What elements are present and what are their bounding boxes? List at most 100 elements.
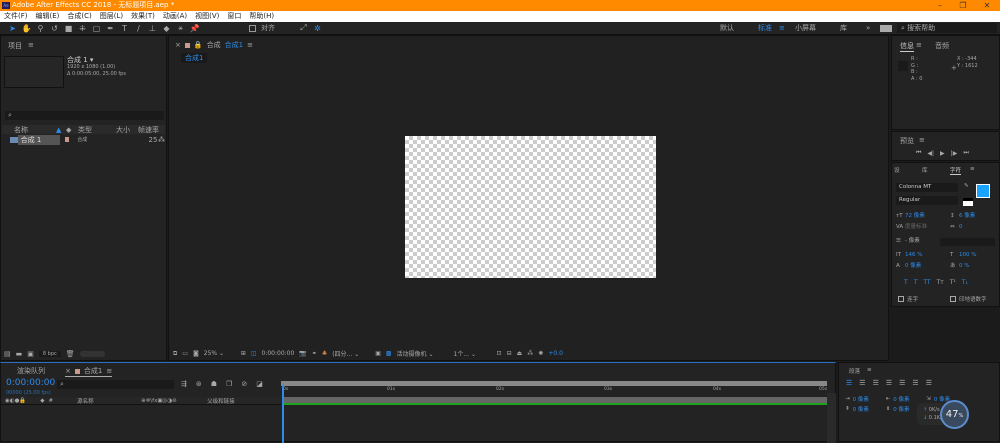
align-left-icon[interactable]: ☰ bbox=[846, 379, 852, 387]
lock-icon[interactable]: 🔒 bbox=[194, 41, 203, 49]
timeline-icon[interactable]: ⏏ bbox=[517, 350, 523, 357]
panel-menu-icon[interactable]: ≡ bbox=[106, 367, 112, 375]
clone-stamp-tool-icon[interactable]: ⊥ bbox=[148, 24, 157, 33]
menu-view[interactable]: 视图(V) bbox=[195, 11, 219, 22]
panel-menu-icon[interactable]: ≡ bbox=[916, 41, 922, 49]
panel-menu-icon[interactable]: ≡ bbox=[867, 367, 872, 373]
text-tool-icon[interactable]: T bbox=[120, 24, 129, 33]
transparency-grid-icon[interactable]: ▩ bbox=[386, 350, 392, 357]
play-icon[interactable]: ▶ bbox=[940, 150, 945, 157]
last-frame-icon[interactable]: ⏭ bbox=[963, 149, 968, 157]
toggle-pixel-icon[interactable]: ⊡ bbox=[497, 350, 502, 357]
minimize-button[interactable]: – bbox=[930, 0, 950, 11]
workspace-edit-icon[interactable] bbox=[880, 24, 892, 32]
font-style-dropdown[interactable]: Regular bbox=[896, 196, 958, 205]
snap-options-icon[interactable]: ✲ bbox=[313, 24, 322, 33]
project-search-input[interactable]: ⌕ bbox=[5, 111, 164, 120]
menu-animation[interactable]: 动画(A) bbox=[163, 11, 187, 22]
menu-help[interactable]: 帮助(H) bbox=[249, 11, 274, 22]
flowchart-icon[interactable]: ⁂ bbox=[527, 350, 533, 357]
grid-icon[interactable]: ⊞ bbox=[241, 350, 246, 357]
tab-timeline-comp[interactable]: × 合成1 ≡ bbox=[65, 366, 113, 377]
black-white-swatch[interactable] bbox=[963, 198, 973, 206]
align-right-icon[interactable]: ☰ bbox=[873, 379, 879, 387]
small-caps-button[interactable]: Tт bbox=[937, 279, 944, 286]
rotate-tool-icon[interactable]: ↺ bbox=[50, 24, 59, 33]
show-snapshot-icon[interactable]: ⚭ bbox=[312, 350, 317, 357]
parent-column[interactable]: 父级和链接 bbox=[207, 397, 235, 405]
mask-visibility-icon[interactable]: ◙ bbox=[193, 350, 199, 357]
ligature-checkbox[interactable]: 连字 bbox=[898, 295, 918, 303]
font-family-dropdown[interactable]: Colonna MT bbox=[896, 183, 958, 192]
frame-blending-icon[interactable]: ❐ bbox=[226, 380, 232, 388]
source-name-column[interactable]: 源名称 bbox=[77, 397, 137, 405]
next-frame-icon[interactable]: |▶ bbox=[951, 150, 958, 157]
vertical-scale-field[interactable]: 146 % bbox=[905, 250, 950, 261]
interpret-footage-icon[interactable]: ▤ bbox=[4, 350, 11, 358]
faux-bold-button[interactable]: T bbox=[904, 279, 908, 286]
exposure-icon[interactable]: ✺ bbox=[538, 350, 543, 357]
tab-audio[interactable]: 音频 bbox=[935, 41, 949, 51]
trash-icon[interactable]: 🗑 bbox=[66, 350, 75, 358]
zoom-tool-icon[interactable]: ⚲ bbox=[36, 24, 45, 33]
exposure-value[interactable]: +0.0 bbox=[548, 350, 563, 357]
av-switches-icon[interactable]: ◉◐●🔒 bbox=[5, 398, 26, 404]
tab-library[interactable]: 库 bbox=[922, 166, 928, 174]
justify-center-icon[interactable]: ☰ bbox=[899, 379, 905, 387]
comp-canvas[interactable] bbox=[405, 136, 656, 278]
reset-exposure-icon[interactable]: ⊟ bbox=[507, 350, 512, 357]
snapshot-icon[interactable]: 📷 bbox=[299, 350, 306, 357]
leading-field[interactable]: 6 像素 bbox=[959, 211, 975, 222]
eyedropper-icon[interactable]: ✎ bbox=[964, 183, 969, 189]
close-tab-icon[interactable]: × bbox=[175, 41, 181, 49]
comp-tab[interactable]: × 🔒 合成 合成1 ≡ bbox=[175, 40, 253, 50]
menu-composition[interactable]: 合成(C) bbox=[67, 11, 91, 22]
all-caps-button[interactable]: TT bbox=[923, 279, 930, 286]
menu-file[interactable]: 文件(F) bbox=[4, 11, 28, 22]
justify-right-icon[interactable]: ☰ bbox=[912, 379, 918, 387]
more-workspaces[interactable]: » bbox=[866, 24, 870, 32]
new-comp-icon[interactable]: ▣ bbox=[27, 350, 34, 358]
col-name[interactable]: 名称 bbox=[14, 125, 56, 135]
motion-blur-icon[interactable]: ⊘ bbox=[241, 380, 247, 388]
menu-window[interactable]: 窗口 bbox=[227, 11, 241, 22]
monitor-icon[interactable]: ▭ bbox=[182, 350, 188, 357]
menu-layer[interactable]: 图层(L) bbox=[100, 11, 123, 22]
camera-tool-icon[interactable]: ■ bbox=[64, 24, 73, 33]
workspace-default[interactable]: 默认 bbox=[720, 23, 734, 33]
align-checkbox[interactable] bbox=[249, 24, 256, 32]
timeline-scrollbar[interactable] bbox=[827, 393, 836, 443]
region-icon[interactable]: ◫ bbox=[251, 350, 257, 357]
tsume-field[interactable]: 0 % bbox=[959, 261, 969, 272]
stroke-width-field[interactable]: - 像素 bbox=[905, 236, 940, 247]
horizontal-scale-field[interactable]: 100 % bbox=[959, 250, 976, 261]
hindi-digits-checkbox[interactable]: 印地语数字 bbox=[950, 295, 987, 303]
roi-icon[interactable]: ▣ bbox=[375, 350, 381, 357]
pan-behind-tool-icon[interactable]: ⁜ bbox=[78, 24, 87, 33]
kerning-field[interactable]: 度量标准 bbox=[905, 222, 950, 233]
work-area-bar[interactable] bbox=[281, 381, 827, 386]
workspace-small-screen[interactable]: 小屏幕 bbox=[795, 23, 816, 33]
memory-usage-gauge[interactable]: 47% bbox=[940, 400, 969, 429]
views-dropdown[interactable]: 1个... ⌄ bbox=[454, 349, 492, 358]
sort-icon[interactable]: ▲ bbox=[56, 126, 66, 134]
hand-tool-icon[interactable]: ✋ bbox=[22, 24, 32, 33]
roto-brush-tool-icon[interactable]: ⚹ bbox=[176, 23, 185, 33]
tab-effects-presets[interactable]: 设 bbox=[894, 166, 900, 174]
channel-icon[interactable]: ♣ bbox=[322, 350, 327, 357]
restore-button[interactable]: ❐ bbox=[953, 0, 973, 11]
shy-icon[interactable]: ☗ bbox=[211, 380, 217, 388]
close-button[interactable]: ✕ bbox=[977, 0, 997, 11]
menu-edit[interactable]: 编辑(E) bbox=[36, 11, 60, 22]
pen-tool-icon[interactable]: ✒ bbox=[106, 24, 115, 33]
space-after-field[interactable]: 0 像素 bbox=[893, 405, 909, 413]
justify-all-icon[interactable]: ☰ bbox=[926, 379, 932, 387]
col-fps[interactable]: 帧速率 bbox=[138, 125, 159, 135]
layer-search-input[interactable]: ⌕ bbox=[57, 380, 174, 389]
current-time[interactable]: 0:00:00:00 bbox=[6, 378, 55, 388]
puppet-tool-icon[interactable]: 📌 bbox=[190, 24, 200, 33]
new-folder-icon[interactable]: ▬ bbox=[16, 350, 23, 358]
panel-menu-icon[interactable]: ≡ bbox=[970, 166, 975, 172]
col-size[interactable]: 大小 bbox=[116, 125, 138, 135]
project-item-row[interactable]: 合成 1 合成 25 ⁂ bbox=[2, 134, 165, 145]
